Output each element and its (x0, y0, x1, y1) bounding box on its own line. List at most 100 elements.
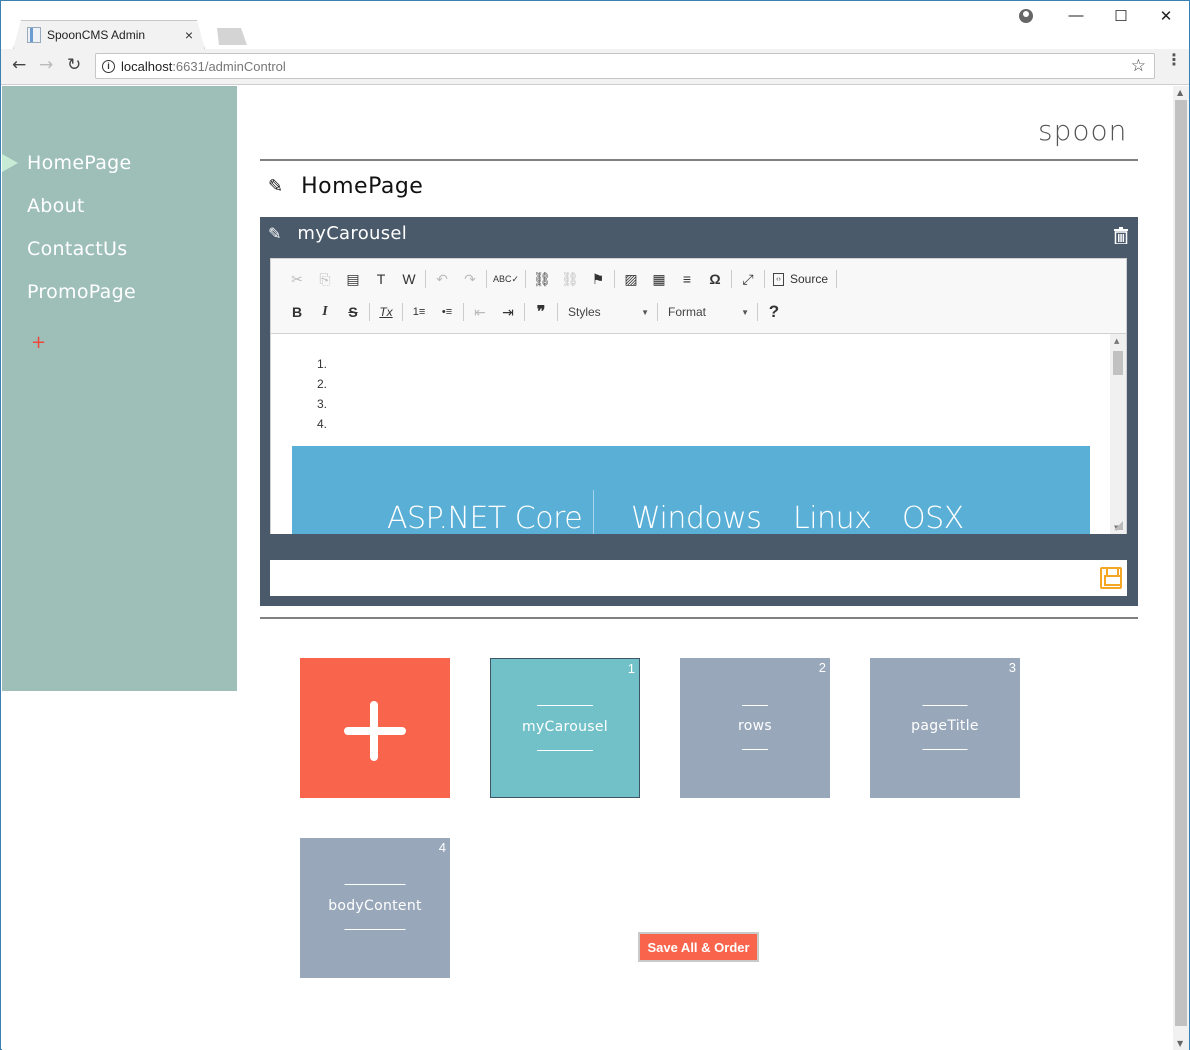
tile-line-bottom (742, 749, 768, 750)
add-item-tile[interactable] (300, 658, 450, 798)
page-scroll-thumb[interactable] (1175, 100, 1187, 1026)
banner-platform: OSX (902, 501, 964, 534)
item-tile-mycarousel[interactable]: 1 myCarousel (490, 658, 640, 798)
redo-icon[interactable]: ↷ (456, 267, 484, 291)
list-item: 1. (317, 357, 328, 371)
save-floppy-icon[interactable] (1100, 567, 1122, 589)
tile-label: bodyContent (328, 898, 422, 914)
item-tile-rows[interactable]: 2 rows (680, 658, 830, 798)
format-dropdown[interactable]: Format ▼ (660, 305, 755, 319)
copy-icon[interactable]: ⎘ (311, 267, 339, 291)
source-doc-icon: ‹› (773, 272, 784, 286)
image-icon[interactable]: ▨ (617, 267, 645, 291)
scroll-up-icon[interactable]: ▲ (1114, 337, 1119, 345)
list-item: 4. (317, 417, 328, 431)
sidebar-item-contactus[interactable]: ContactUs (27, 238, 127, 260)
tile-line-bottom (344, 929, 406, 930)
back-button[interactable]: ← (12, 55, 26, 75)
help-icon[interactable]: ? (760, 300, 788, 324)
sidebar-item-about[interactable]: About (27, 195, 85, 217)
page-viewport: HomePage About ContactUs PromoPage + spo… (2, 86, 1173, 1050)
sidebar-item-homepage[interactable]: HomePage (27, 152, 132, 174)
new-tab-button[interactable] (217, 28, 247, 45)
tile-line-top (742, 705, 768, 706)
editor-toolbar-row-2: B I S Tx 1≡ •≡ ⇤ ⇥ ❞ Styles ▼ Format ▼ ? (283, 299, 788, 325)
sidebar: HomePage About ContactUs PromoPage + (2, 86, 237, 691)
blockquote-icon[interactable]: ❞ (527, 300, 555, 324)
maximize-icon[interactable]: ⤢ (734, 267, 762, 291)
minimize-button[interactable]: — (1053, 7, 1099, 24)
tile-line-top (344, 884, 406, 885)
maximize-button[interactable]: ☐ (1098, 7, 1144, 25)
editor-scrollbar[interactable]: ▲ ▼ (1110, 334, 1126, 534)
italic-icon[interactable]: I (311, 300, 339, 324)
numbered-list-icon[interactable]: 1≡ (405, 300, 433, 324)
horizontal-line-icon[interactable]: ≡ (673, 267, 701, 291)
forward-button[interactable]: → (39, 55, 53, 75)
list-item: 3. (317, 397, 328, 411)
spellcheck-icon[interactable]: ABC✓ (489, 267, 523, 291)
panel-title: myCarousel (297, 223, 408, 244)
source-button[interactable]: ‹› Source (767, 272, 834, 286)
toolbar-separator (369, 303, 370, 321)
cut-icon[interactable]: ✂ (283, 267, 311, 291)
browser-tab-content[interactable]: SpoonCMS Admin × (13, 20, 205, 49)
scroll-down-icon[interactable]: ▼ (1177, 1039, 1183, 1048)
toolbar-separator (486, 270, 487, 288)
tab-close-icon[interactable]: × (185, 27, 193, 43)
page-favicon-icon (27, 26, 41, 43)
tile-order-number: 1 (627, 661, 635, 676)
styles-dropdown[interactable]: Styles ▼ (560, 305, 655, 319)
section-divider (260, 617, 1138, 619)
ordered-list: 1. 2. 3. 4. (317, 354, 327, 434)
paste-icon[interactable]: ▤ (339, 267, 367, 291)
paste-word-icon[interactable]: W (395, 267, 423, 291)
editor-scroll-thumb[interactable] (1113, 351, 1123, 375)
editor-resize-handle[interactable] (1114, 521, 1123, 530)
trash-icon[interactable] (1114, 227, 1128, 244)
sidebar-item-promopage[interactable]: PromoPage (27, 281, 136, 303)
spoon-logo: spoon (1038, 114, 1128, 147)
chevron-down-icon: ▼ (741, 307, 749, 317)
browser-window: SpoonCMS Admin × — ☐ ✕ ← → ↻ i localhost… (0, 0, 1190, 1050)
item-save-bar (270, 560, 1127, 596)
page-scrollbar[interactable]: ▲ ▼ (1173, 86, 1189, 1050)
toolbar-separator (764, 270, 765, 288)
outdent-icon[interactable]: ⇤ (466, 300, 494, 324)
edit-page-pencil-icon[interactable]: ✎ (268, 176, 283, 197)
paste-text-icon[interactable]: T (367, 267, 395, 291)
editor-content-area[interactable]: 1. 2. 3. 4. ASP.NET Core Windows Linux O… (271, 333, 1126, 534)
remove-format-icon[interactable]: Tx (372, 300, 400, 324)
item-tile-bodycontent[interactable]: 4 bodyContent (300, 838, 450, 978)
save-all-order-button[interactable]: Save All & Order (638, 932, 759, 962)
banner-platform: Linux (793, 501, 872, 534)
table-icon[interactable]: ▦ (645, 267, 673, 291)
tile-order-number: 3 (1008, 660, 1016, 675)
browser-menu-icon[interactable]: ⋮ (1166, 52, 1182, 68)
item-tile-pagetitle[interactable]: 3 pageTitle (870, 658, 1020, 798)
add-page-button[interactable]: + (31, 332, 46, 353)
chevron-down-icon: ▼ (641, 307, 649, 317)
toolbar-separator (402, 303, 403, 321)
site-info-icon[interactable]: i (102, 59, 115, 73)
address-bar[interactable]: i localhost :6631/adminControl ☆ (95, 53, 1155, 79)
strikethrough-icon[interactable]: S (339, 300, 367, 324)
link-icon[interactable]: ⛓ (528, 267, 556, 291)
banner-product-text: ASP.NET Core (387, 501, 583, 534)
anchor-flag-icon[interactable]: ⚑ (584, 267, 612, 291)
toolbar-separator (614, 270, 615, 288)
bulleted-list-icon[interactable]: •≡ (433, 300, 461, 324)
scroll-up-icon[interactable]: ▲ (1177, 88, 1183, 97)
edit-item-pencil-icon[interactable]: ✎ (268, 224, 281, 243)
reload-button[interactable]: ↻ (67, 55, 81, 75)
url-host: localhost (121, 58, 173, 74)
bookmark-star-icon[interactable]: ☆ (1131, 56, 1146, 76)
close-window-button[interactable]: ✕ (1143, 7, 1189, 25)
bold-icon[interactable]: B (283, 300, 311, 324)
profile-icon[interactable] (1019, 9, 1033, 23)
undo-icon[interactable]: ↶ (428, 267, 456, 291)
special-character-icon[interactable]: Ω (701, 267, 729, 291)
unlink-icon[interactable]: ⛓ (556, 267, 584, 291)
indent-icon[interactable]: ⇥ (494, 300, 522, 324)
tile-line-top (537, 705, 593, 706)
